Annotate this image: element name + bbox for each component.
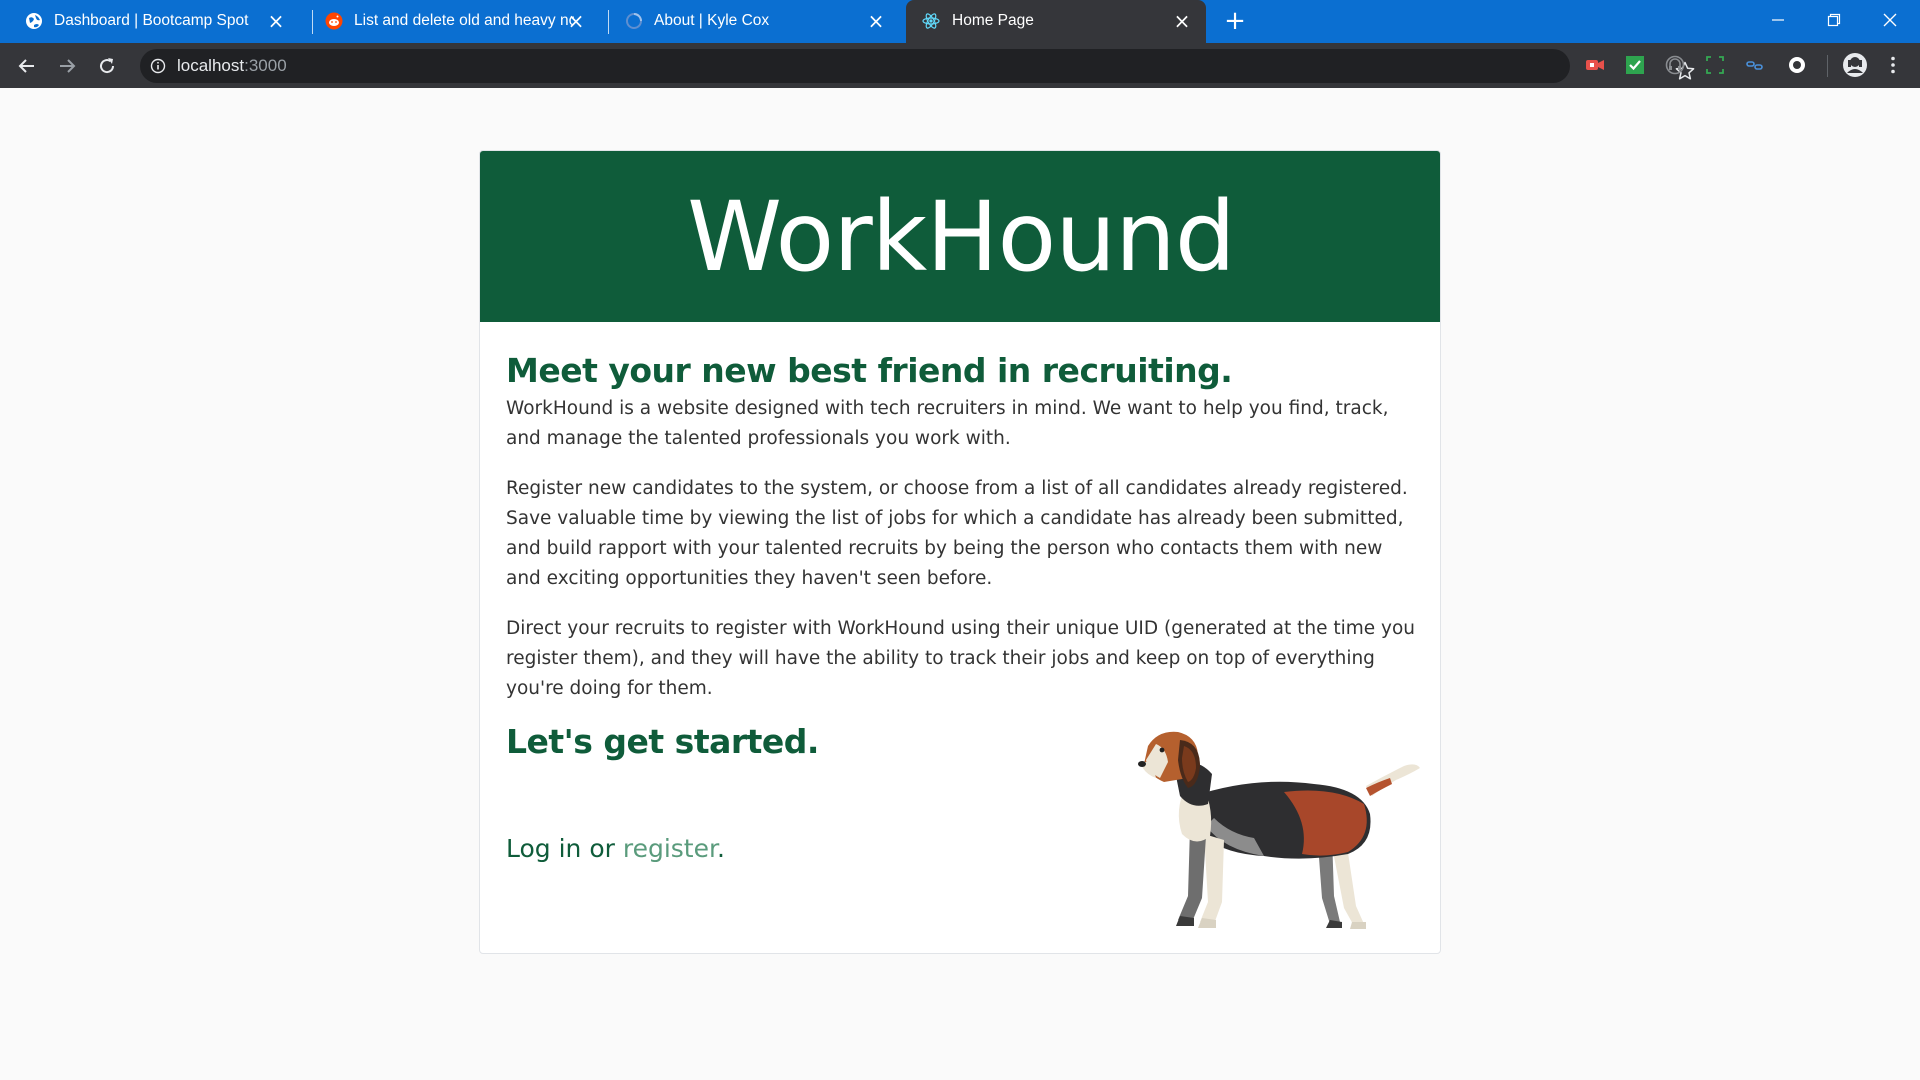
page-viewport: WorkHound Meet your new best friend in r…	[0, 88, 1920, 1080]
forward-button[interactable]	[53, 52, 81, 80]
period-text: .	[716, 834, 725, 863]
globe-icon	[26, 13, 42, 29]
close-icon[interactable]: ×	[866, 11, 886, 31]
reload-icon	[100, 58, 115, 74]
tab-reddit[interactable]: List and delete old and heavy no ×	[300, 0, 600, 43]
profile-avatar-icon[interactable]	[1842, 52, 1868, 78]
close-icon[interactable]: ×	[566, 11, 586, 31]
recruits-paragraph: Direct your recruits to register with Wo…	[506, 618, 1416, 699]
intro-paragraph: WorkHound is a website designed with tec…	[506, 398, 1389, 449]
close-window-button[interactable]	[1862, 0, 1918, 40]
tab-home-page[interactable]: Home Page ×	[906, 0, 1206, 43]
screenshot-extension-icon[interactable]	[1704, 54, 1726, 76]
welcome-card: WorkHound Meet your new best friend in r…	[479, 150, 1441, 954]
headset-extension-icon[interactable]	[1664, 54, 1686, 76]
restore-icon	[1827, 13, 1841, 27]
address-bar[interactable]: localhost:3000	[140, 49, 1695, 83]
register-link[interactable]: register	[623, 834, 717, 863]
close-icon[interactable]: ×	[266, 11, 286, 31]
screencast-icon[interactable]	[1584, 54, 1606, 76]
tab-title: About | Kyle Cox	[654, 12, 770, 29]
tab-dashboard[interactable]: Dashboard | Bootcamp Spot ×	[0, 0, 300, 43]
card-body: Meet your new best friend in recruiting.…	[506, 322, 1416, 704]
new-tab-button[interactable]: +	[1222, 8, 1248, 34]
get-started-heading: Let's get started.	[506, 722, 819, 761]
auth-line: Log in or register.	[506, 832, 725, 866]
close-icon[interactable]: ×	[1172, 11, 1192, 31]
tab-strip: Dashboard | Bootcamp Spot × List and del…	[0, 0, 1920, 43]
info-icon[interactable]	[150, 58, 166, 74]
url-port: :3000	[244, 56, 287, 75]
kebab-menu-icon[interactable]	[1882, 54, 1904, 76]
toolbar-divider	[1827, 55, 1828, 77]
arrow-left-icon	[18, 59, 34, 73]
minimize-button[interactable]	[1750, 0, 1806, 40]
reload-button[interactable]	[93, 52, 121, 80]
back-button[interactable]	[13, 52, 41, 80]
restore-button[interactable]	[1806, 0, 1862, 40]
brand-title: WorkHound	[687, 180, 1236, 293]
tab-about[interactable]: About | Kyle Cox ×	[600, 0, 900, 43]
react-icon	[922, 13, 940, 29]
or-text: or	[581, 834, 623, 863]
tab-title: List and delete old and heavy no	[354, 12, 574, 29]
browser-toolbar: localhost:3000	[0, 43, 1920, 88]
tab-title: Dashboard | Bootcamp Spot	[54, 12, 249, 29]
circle-extension-icon[interactable]	[1786, 54, 1808, 76]
url-text[interactable]: localhost:3000	[177, 55, 287, 77]
link-extension-icon[interactable]	[1744, 54, 1766, 76]
brand-banner: WorkHound	[480, 151, 1440, 322]
arrow-right-icon	[60, 59, 76, 73]
minimize-icon	[1772, 19, 1784, 21]
close-icon	[1883, 13, 1897, 27]
tab-title: Home Page	[952, 12, 1034, 29]
loading-icon	[626, 13, 642, 29]
login-link[interactable]: Log in	[506, 834, 581, 863]
features-paragraph: Register new candidates to the system, o…	[506, 478, 1408, 589]
beagle-illustration	[1138, 731, 1420, 929]
checkmark-extension-icon[interactable]	[1624, 54, 1646, 76]
url-host: localhost	[177, 56, 245, 75]
reddit-icon	[325, 12, 343, 30]
headline: Meet your new best friend in recruiting.	[506, 351, 1233, 390]
